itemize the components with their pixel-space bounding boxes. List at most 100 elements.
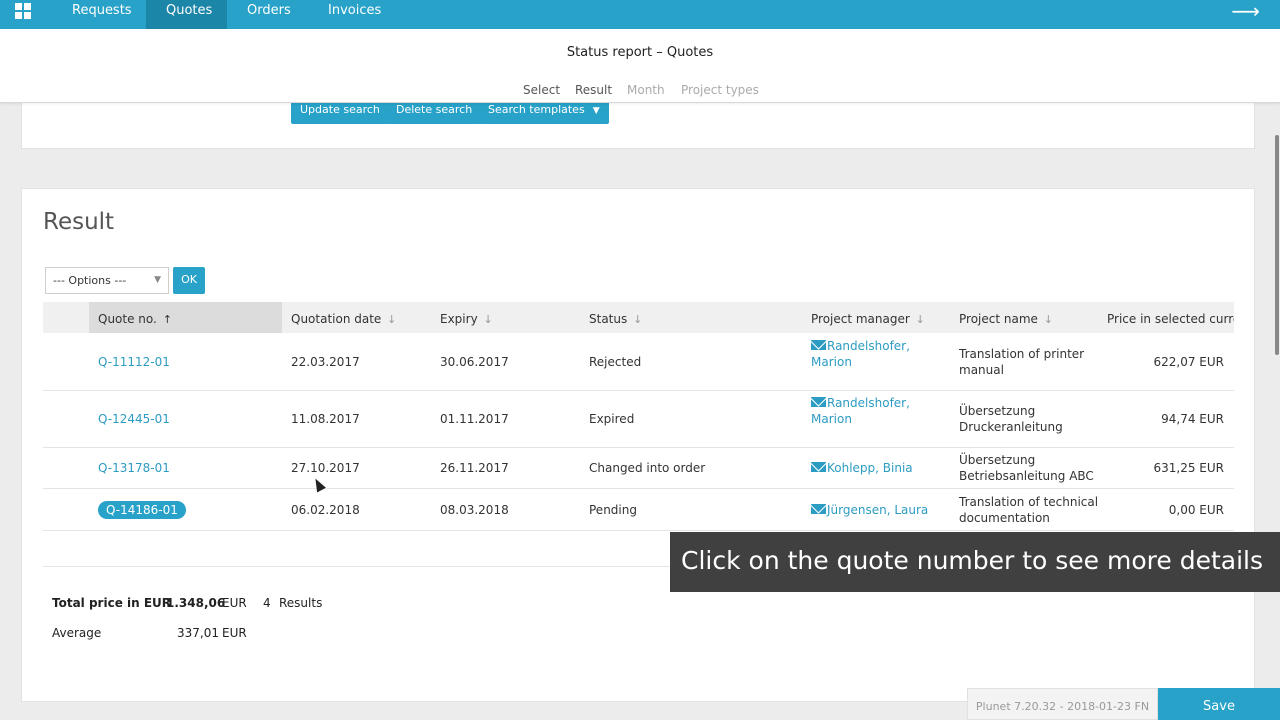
scrollbar[interactable]: [1275, 135, 1279, 355]
status-text: Pending: [589, 503, 637, 517]
row-divider: [43, 530, 1234, 531]
project-manager-name: Randelshofer,: [827, 339, 910, 353]
price-value: 0,00 EUR: [1168, 503, 1224, 517]
mail-icon: [811, 504, 826, 514]
arrow-right-icon[interactable]: ⟶: [1231, 1, 1260, 21]
result-title: Result: [43, 209, 115, 235]
sort-descending-icon: ↓: [633, 313, 643, 326]
sort-ascending-icon: ↑: [162, 313, 172, 326]
tutorial-caption-text: Click on the quote number to see more de…: [681, 546, 1264, 575]
expiry-date: 01.11.2017: [440, 412, 509, 426]
search-templates-label: Search templates: [488, 103, 585, 116]
price-value: 631,25 EUR: [1153, 461, 1224, 475]
quotation-date: 27.10.2017: [291, 461, 360, 475]
save-button[interactable]: Save: [1158, 688, 1280, 720]
expiry-date: 08.03.2018: [440, 503, 509, 517]
project-manager-link[interactable]: Randelshofer,: [811, 395, 910, 411]
project-manager-name-line2[interactable]: Marion: [811, 354, 852, 370]
quote-number-link-hovered[interactable]: Q-14186-01: [98, 501, 186, 519]
options-select-value: --- Options ---: [53, 274, 127, 287]
sort-descending-icon: ↓: [915, 313, 925, 326]
column-status[interactable]: Status ↓: [589, 312, 642, 326]
column-label: Expiry: [440, 312, 478, 326]
row-divider: [43, 488, 1234, 489]
expiry-date: 30.06.2017: [440, 355, 509, 369]
average-currency: EUR: [222, 626, 247, 640]
mail-icon: [811, 462, 826, 472]
average-value: 337,01: [177, 626, 219, 640]
project-name-line2: manual: [959, 363, 1004, 377]
apps-grid-icon[interactable]: [15, 3, 31, 19]
column-label: Quotation date: [291, 312, 382, 326]
total-value: 1.348,06: [166, 596, 226, 610]
project-manager-name-line2[interactable]: Marion: [811, 411, 852, 427]
tutorial-caption: Click on the quote number to see more de…: [670, 532, 1280, 592]
tab-orders[interactable]: Orders: [227, 0, 308, 29]
price-value: 94,74 EUR: [1161, 412, 1224, 426]
column-label: Status: [589, 312, 628, 326]
ok-button[interactable]: OK: [173, 267, 205, 294]
step-select[interactable]: Select: [523, 83, 560, 97]
column-project-name[interactable]: Project name ↓: [959, 312, 1053, 326]
average-label: Average: [52, 626, 102, 640]
result-count: 4: [263, 596, 271, 610]
project-manager-link[interactable]: Randelshofer,: [811, 338, 910, 354]
chevron-down-icon: ▼: [592, 106, 600, 116]
project-name-line2: Betriebsanleitung ABC: [959, 469, 1094, 483]
project-manager-name: Jürgensen, Laura: [827, 503, 929, 517]
row-divider: [43, 447, 1234, 448]
result-count-label: Results: [279, 596, 323, 610]
tab-invoices[interactable]: Invoices: [308, 0, 396, 29]
project-manager-link[interactable]: Jürgensen, Laura: [811, 502, 928, 518]
row-divider: [43, 390, 1234, 391]
expiry-date: 26.11.2017: [440, 461, 509, 475]
step-month[interactable]: Month: [627, 83, 665, 97]
project-name-line2: documentation: [959, 511, 1050, 525]
sort-descending-icon: ↓: [483, 313, 493, 326]
sort-descending-icon: ↓: [1043, 313, 1053, 326]
mail-icon: [811, 397, 826, 407]
quote-number-link[interactable]: Q-13178-01: [98, 460, 170, 476]
project-manager-name: Randelshofer,: [827, 396, 910, 410]
step-result[interactable]: Result: [575, 83, 612, 97]
tab-requests[interactable]: Requests: [52, 0, 146, 29]
project-name: Übersetzung: [959, 453, 1036, 467]
column-label: Project name: [959, 312, 1038, 326]
project-manager-link[interactable]: Kohlepp, Binia: [811, 460, 913, 476]
sort-descending-icon: ↓: [387, 313, 397, 326]
page-title: Status report – Quotes: [566, 45, 714, 60]
result-card: [21, 188, 1255, 702]
status-text: Changed into order: [589, 461, 706, 475]
column-expiry[interactable]: Expiry ↓: [440, 312, 493, 326]
chevron-down-icon: ▼: [154, 275, 161, 285]
project-name-line2: Druckeranleitung: [959, 420, 1063, 434]
tab-quotes[interactable]: Quotes: [146, 0, 227, 29]
total-currency: EUR: [222, 596, 247, 610]
column-label: Quote no.: [98, 312, 157, 326]
column-label: Project manager: [811, 312, 910, 326]
project-name: Translation of technical: [959, 495, 1099, 509]
options-select[interactable]: --- Options --- ▼: [45, 267, 169, 294]
quote-number-link[interactable]: Q-12445-01: [98, 411, 170, 427]
column-project-manager[interactable]: Project manager ↓: [811, 312, 925, 326]
column-quotation-date[interactable]: Quotation date ↓: [291, 312, 396, 326]
project-name: Übersetzung: [959, 404, 1036, 418]
project-manager-name: Kohlepp, Binia: [827, 461, 913, 475]
status-text: Rejected: [589, 355, 642, 369]
mail-icon: [811, 340, 826, 350]
quotation-date: 06.02.2018: [291, 503, 360, 517]
column-quote-no[interactable]: Quote no. ↑: [98, 312, 172, 326]
page-header: Status report – Quotes Select Result Mon…: [0, 29, 1280, 103]
price-value: 622,07 EUR: [1153, 355, 1224, 369]
quotation-date: 11.08.2017: [291, 412, 360, 426]
column-price[interactable]: Price in selected curren: [1107, 312, 1234, 326]
status-text: Expired: [589, 412, 635, 426]
step-project-types[interactable]: Project types: [681, 83, 759, 97]
top-nav: Requests Quotes Orders Invoices ⟶: [0, 0, 1280, 29]
total-label: Total price in EUR: [52, 596, 172, 610]
search-card: [21, 96, 1255, 149]
quotation-date: 22.03.2017: [291, 355, 360, 369]
version-label: Plunet 7.20.32 - 2018-01-23 FN: [967, 688, 1158, 720]
quote-number-link[interactable]: Q-11112-01: [98, 354, 170, 370]
project-name: Translation of printer: [959, 347, 1085, 361]
